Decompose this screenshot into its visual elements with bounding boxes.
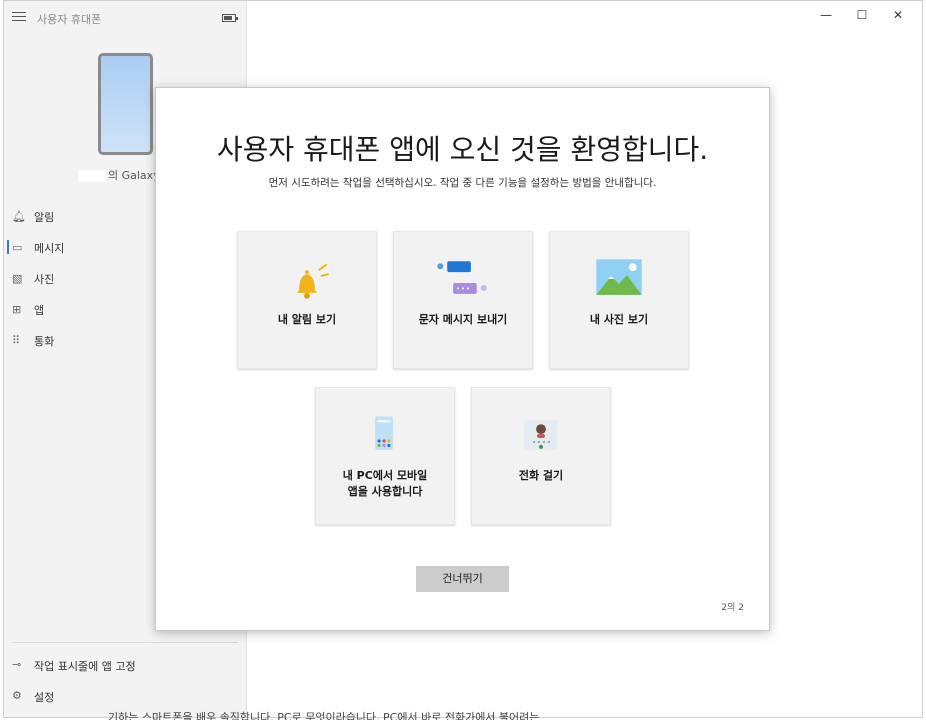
skip-button[interactable]: 건너뛰기 [416, 566, 509, 592]
card-label: 문자 메시지 보내기 [418, 313, 508, 326]
photo-icon: ▧ [12, 271, 23, 285]
notification-bell-icon [297, 263, 329, 299]
sidebar-item-label: 통화 [34, 334, 55, 348]
card-view-photos[interactable]: 내 사진 보기 [549, 231, 689, 369]
card-make-calls[interactable]: 전화 걸기 [471, 387, 611, 525]
pin-label: 작업 표시줄에 앱 고정 [34, 660, 136, 673]
card-view-notifications[interactable]: 내 알림 보기 [237, 231, 377, 369]
chat-messages-icon [437, 261, 487, 294]
welcome-dialog: 사용자 휴대폰 앱에 오신 것을 환영합니다. 먼저 시도하려는 작업을 선택하… [155, 87, 770, 631]
dialog-subtitle: 먼저 시도하려는 작업을 선택하십시오. 작업 중 다른 기능을 설정하는 방법… [268, 177, 657, 189]
phone-call-icon [524, 420, 558, 450]
apps-icon: ⊞ [12, 302, 22, 316]
sidebar-divider [12, 642, 238, 643]
bell-icon: 🔔︎ [12, 209, 26, 223]
card-label: 전화 걸기 [518, 469, 564, 482]
battery-icon [222, 14, 238, 22]
sidebar-item-label: 메시지 [34, 241, 65, 255]
card-label: 내 사진 보기 [589, 313, 649, 326]
sidebar-item-label: 앱 [34, 303, 45, 317]
pin-to-taskbar-button[interactable]: ⊸ 작업 표시줄에 앱 고정 [4, 654, 247, 676]
pin-icon: ⊸ [12, 658, 22, 671]
phone-apps-icon [375, 416, 393, 450]
sidebar-item-label: 알림 [34, 210, 55, 224]
card-send-messages[interactable]: 문자 메시지 보내기 [393, 231, 533, 369]
gear-icon: ⚙ [12, 689, 22, 702]
app-title: 사용자 휴대폰 [37, 13, 102, 26]
card-label: 내 PC에서 모바일 앱을 사용합니다 [342, 469, 428, 498]
page-indicator: 2의 2 [721, 603, 744, 613]
card-use-mobile-apps[interactable]: 내 PC에서 모바일 앱을 사용합니다 [315, 387, 455, 525]
sidebar-item-label: 사진 [34, 272, 55, 286]
card-label: 내 알림 보기 [277, 313, 337, 326]
phone-image [98, 53, 153, 155]
dialog-title: 사용자 휴대폰 앱에 오신 것을 환영합니다. [216, 133, 709, 166]
settings-button[interactable]: ⚙ 설정 [4, 685, 247, 707]
dialpad-icon: ⠿ [12, 333, 21, 347]
message-icon: ▭ [12, 240, 23, 254]
app-root: 사용자 휴대폰 의 Galaxy S 🔔︎ 알림 ▭ 메시지 ▧ 사진 ⊞ 앱 … [0, 0, 926, 720]
settings-label: 설정 [34, 691, 55, 704]
window-controls: — ☐ ✕ [808, 6, 916, 24]
minimize-button[interactable]: — [808, 6, 844, 24]
landscape-photo-icon [596, 259, 642, 295]
maximize-button[interactable]: ☐ [844, 6, 880, 24]
hamburger-menu-icon[interactable] [12, 12, 26, 24]
close-button[interactable]: ✕ [880, 6, 916, 24]
redacted-name [78, 170, 106, 182]
background-text: 기하는 스마트폰을 배우 솔직합니다. PC로 무엇이라습니다. PC에서 바로… [108, 711, 540, 720]
